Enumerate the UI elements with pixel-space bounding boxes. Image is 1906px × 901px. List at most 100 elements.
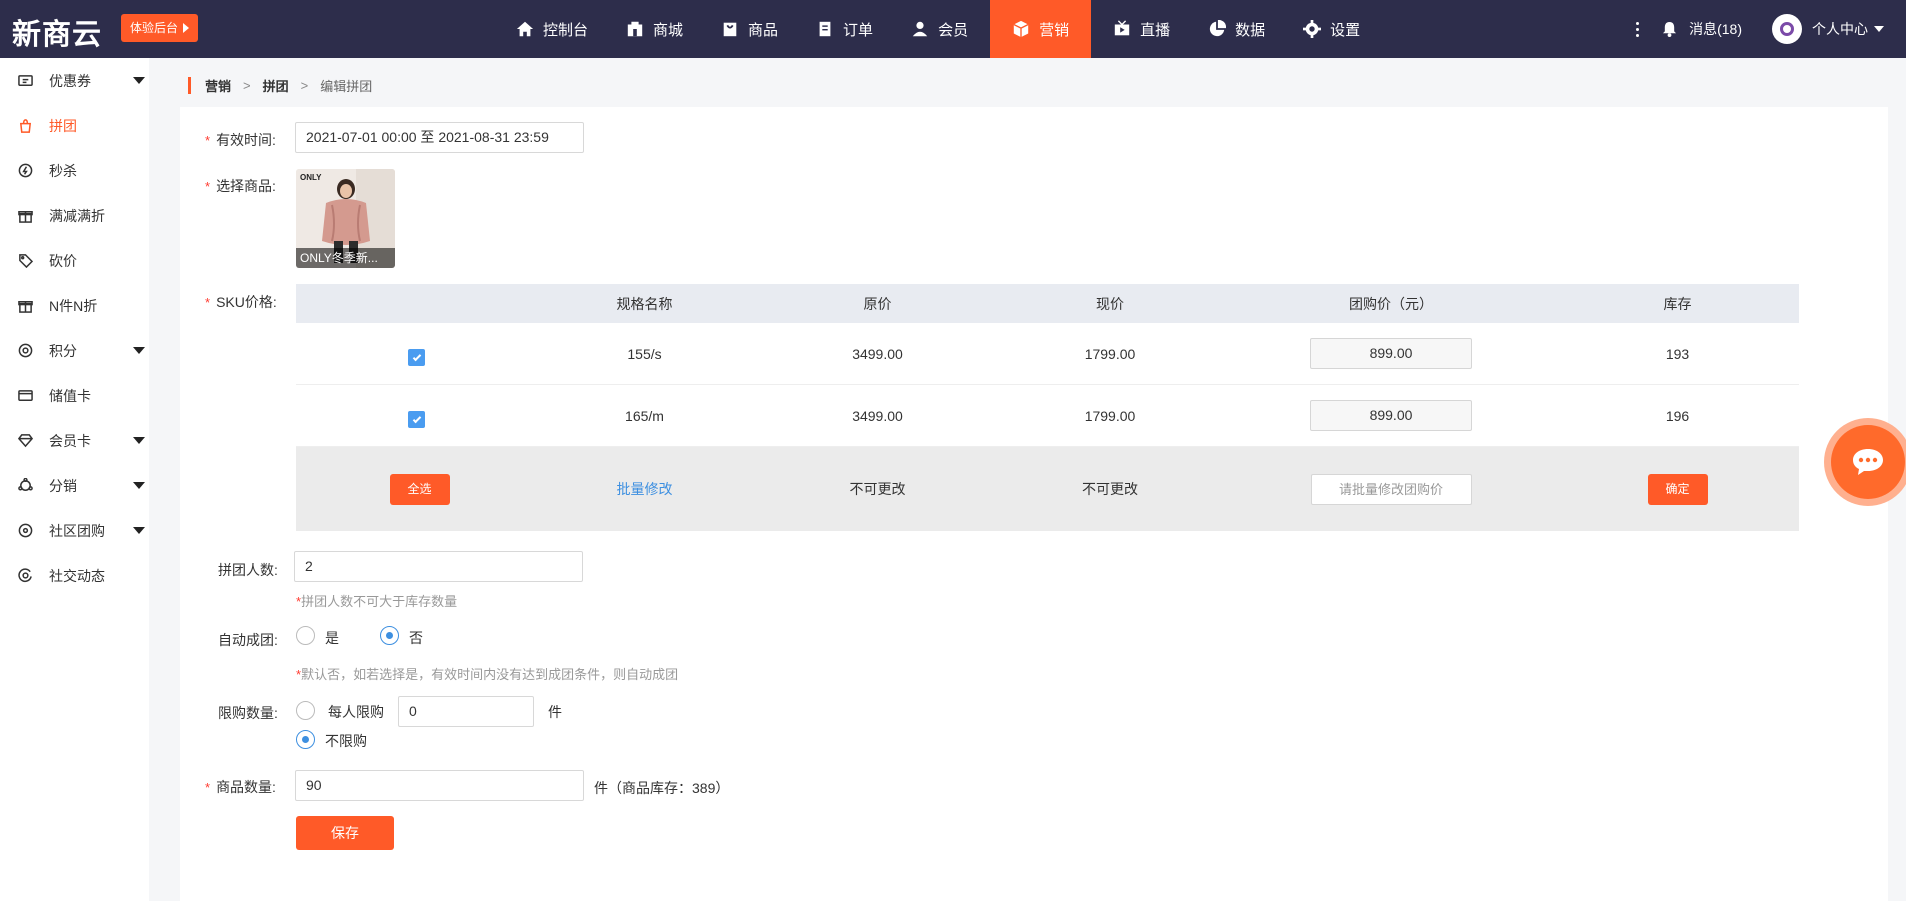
sidebar-item-bargain[interactable]: 砍价 bbox=[0, 238, 149, 283]
sidebar-item-stored-value-card[interactable]: 储值卡 bbox=[0, 373, 149, 418]
current-price: 1799.00 bbox=[1084, 345, 1136, 362]
sidebar-item-flash-sale[interactable]: 秒杀 bbox=[0, 148, 149, 193]
group-price-input[interactable]: 899.00 bbox=[1310, 400, 1472, 431]
auto-group-no-radio[interactable] bbox=[380, 626, 399, 645]
bell-icon[interactable] bbox=[1662, 21, 1677, 37]
order-icon bbox=[819, 21, 831, 37]
auto-group-no-label[interactable]: 否 bbox=[409, 628, 423, 648]
group-buy-icon bbox=[19, 119, 32, 133]
trial-backend-button[interactable]: 体验后台 bbox=[121, 14, 199, 42]
bag-icon bbox=[723, 22, 737, 37]
header-cell-original-price: 原价 bbox=[863, 295, 892, 312]
sku-price-table: 规格名称 原价 现价 团购价（元） 库存 155/s 3499.00 1799.… bbox=[296, 284, 1799, 531]
nav-label: 设置 bbox=[1330, 21, 1361, 39]
product-brand: ONLY bbox=[300, 173, 322, 182]
sidebar-item-points[interactable]: 积分 bbox=[0, 328, 149, 373]
app-logo[interactable]: 新商云 bbox=[12, 11, 102, 53]
nav-item-live[interactable]: 直播 bbox=[1097, 0, 1186, 58]
sidebar-item-social-feed[interactable]: 社交动态 bbox=[0, 553, 149, 598]
sidebar-item-full-discount[interactable]: 满减满折 bbox=[0, 193, 149, 238]
chevron-down-icon[interactable] bbox=[133, 77, 145, 84]
valid-time-input[interactable]: 2021-07-01 00:00 至 2021-08-31 23:59 bbox=[295, 122, 584, 153]
auto-group-yes-radio[interactable] bbox=[296, 626, 315, 645]
quantity-input[interactable]: 90 bbox=[295, 770, 584, 801]
unlimited-label[interactable]: 不限购 bbox=[325, 731, 367, 751]
nav-label: 订单 bbox=[843, 21, 874, 39]
auto-group-yes-label[interactable]: 是 bbox=[325, 628, 339, 648]
home-icon bbox=[516, 21, 534, 37]
stock: 196 bbox=[1665, 407, 1690, 424]
breadcrumb-separator: > bbox=[243, 77, 251, 93]
sidebar-item-group-buy[interactable]: 拼团 bbox=[0, 103, 149, 148]
breadcrumb-accent-bar bbox=[188, 76, 191, 94]
product-caption: ONLY冬季新... bbox=[296, 248, 395, 268]
nav-item-mall[interactable]: 商城 bbox=[610, 0, 699, 58]
nav-item-dashboard[interactable]: 控制台 bbox=[500, 0, 604, 58]
sidebar-item-coupon[interactable]: 优惠券 bbox=[0, 58, 149, 103]
sidebar-item-distribution[interactable]: 分销 bbox=[0, 463, 149, 508]
nav-item-settings[interactable]: 设置 bbox=[1287, 0, 1376, 58]
chevron-down-icon[interactable] bbox=[133, 482, 145, 489]
chevron-down-icon[interactable] bbox=[133, 437, 145, 444]
original-price: 3499.00 bbox=[852, 345, 903, 362]
diamond-icon bbox=[18, 434, 33, 448]
gear-icon bbox=[1303, 20, 1322, 38]
not-editable-text: 不可更改 bbox=[849, 481, 906, 497]
header-cell-stock: 库存 bbox=[1663, 295, 1692, 312]
batch-edit-row: 全选 批量修改 不可更改 不可更改 请批量修改团购价 确定 bbox=[296, 447, 1799, 531]
sidebar-item-member-card[interactable]: 会员卡 bbox=[0, 418, 149, 463]
group-price-input[interactable]: 899.00 bbox=[1310, 338, 1472, 369]
sidebar-item-n-items-discount[interactable]: N件N折 bbox=[0, 283, 149, 328]
chat-bubble-icon bbox=[1853, 449, 1883, 475]
per-person-limit-label[interactable]: 每人限购 bbox=[328, 702, 384, 722]
nav-label: 会员 bbox=[938, 21, 969, 39]
auto-group-hint: *默认否，如若选择是，有效时间内没有达到成团条件，则自动成团 bbox=[296, 667, 679, 682]
card-icon bbox=[18, 390, 33, 401]
per-person-limit-input[interactable]: 0 bbox=[398, 696, 534, 727]
row-checkbox[interactable] bbox=[408, 349, 425, 366]
breadcrumb-separator: > bbox=[300, 77, 309, 93]
batch-modify-link[interactable]: 批量修改 bbox=[617, 479, 673, 499]
product-thumbnail[interactable]: ONLY ONLY冬季新... bbox=[296, 169, 395, 268]
main-nav: 控制台 商城 商品 订单 会员 营销 直播 数据 设置 bbox=[500, 0, 1382, 58]
flash-icon bbox=[18, 163, 33, 178]
sidebar-item-label: 优惠券 bbox=[49, 72, 91, 89]
current-price: 1799.00 bbox=[1084, 407, 1136, 424]
group-size-hint: *拼团人数不可大于库存数量 bbox=[296, 594, 458, 609]
nav-label: 商品 bbox=[748, 21, 779, 39]
table-row: 165/m 3499.00 1799.00 899.00 196 bbox=[296, 385, 1799, 447]
top-navigation-bar: 新商云 体验后台 控制台 商城 商品 订单 会员 营销 直播 数据 设置 消息(… bbox=[0, 0, 1906, 58]
breadcrumb-group-buy[interactable]: 拼团 bbox=[263, 76, 289, 95]
nav-label: 商城 bbox=[653, 21, 684, 39]
share-icon bbox=[18, 478, 33, 491]
row-checkbox[interactable] bbox=[408, 411, 425, 428]
select-all-button[interactable]: 全选 bbox=[389, 473, 450, 505]
gift-icon bbox=[18, 211, 33, 223]
messages-link[interactable]: 消息(18) bbox=[1689, 19, 1742, 39]
nav-label: 营销 bbox=[1039, 21, 1070, 39]
confirm-button[interactable]: 确定 bbox=[1647, 473, 1708, 505]
unlimited-radio[interactable] bbox=[296, 730, 315, 749]
nav-item-orders[interactable]: 订单 bbox=[800, 0, 889, 58]
sidebar-item-label: 储值卡 bbox=[49, 387, 91, 404]
user-center-link[interactable]: 个人中心 bbox=[1812, 19, 1868, 39]
save-button[interactable]: 保存 bbox=[296, 816, 394, 850]
chat-button[interactable] bbox=[1824, 418, 1906, 506]
breadcrumb-current: 编辑拼团 bbox=[320, 78, 373, 94]
more-icon[interactable] bbox=[1636, 21, 1640, 37]
avatar[interactable] bbox=[1772, 14, 1802, 44]
nav-item-products[interactable]: 商品 bbox=[705, 0, 794, 58]
nav-item-marketing[interactable]: 营销 bbox=[990, 0, 1092, 58]
group-size-input[interactable]: 2 bbox=[294, 551, 583, 582]
sidebar-item-community-group-buy[interactable]: 社区团购 bbox=[0, 508, 149, 553]
batch-price-input[interactable]: 请批量修改团购价 bbox=[1310, 473, 1472, 505]
nav-item-data[interactable]: 数据 bbox=[1192, 0, 1281, 58]
nav-item-members[interactable]: 会员 bbox=[895, 0, 984, 58]
breadcrumb-marketing[interactable]: 营销 bbox=[205, 76, 231, 95]
pie-chart-icon bbox=[1209, 20, 1227, 37]
chevron-down-icon[interactable] bbox=[133, 527, 145, 534]
chevron-down-icon[interactable] bbox=[1874, 26, 1884, 32]
per-person-limit-radio[interactable] bbox=[296, 701, 315, 720]
sidebar-item-label: 会员卡 bbox=[49, 432, 91, 449]
chevron-down-icon[interactable] bbox=[133, 347, 145, 354]
